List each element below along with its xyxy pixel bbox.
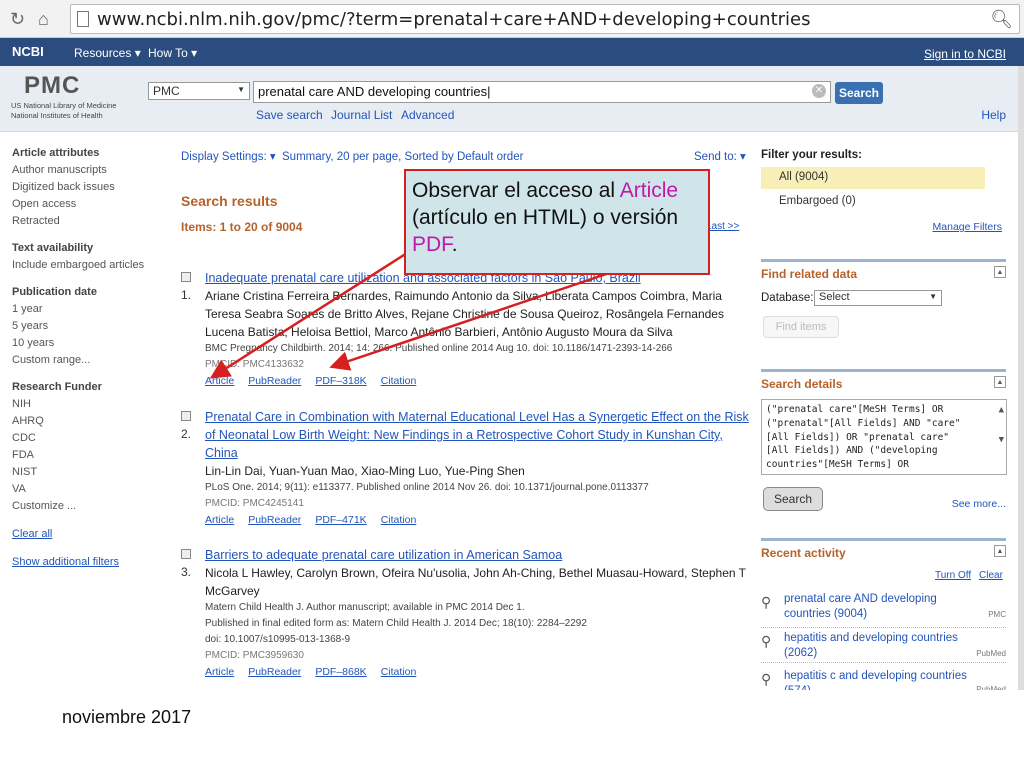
annotation-callout: Observar el acceso al Article (artículo … xyxy=(404,169,710,275)
arrow-to-pdf xyxy=(329,263,634,371)
slide-footer-date: noviembre 2017 xyxy=(62,707,192,727)
annotation-arrows xyxy=(209,216,634,379)
